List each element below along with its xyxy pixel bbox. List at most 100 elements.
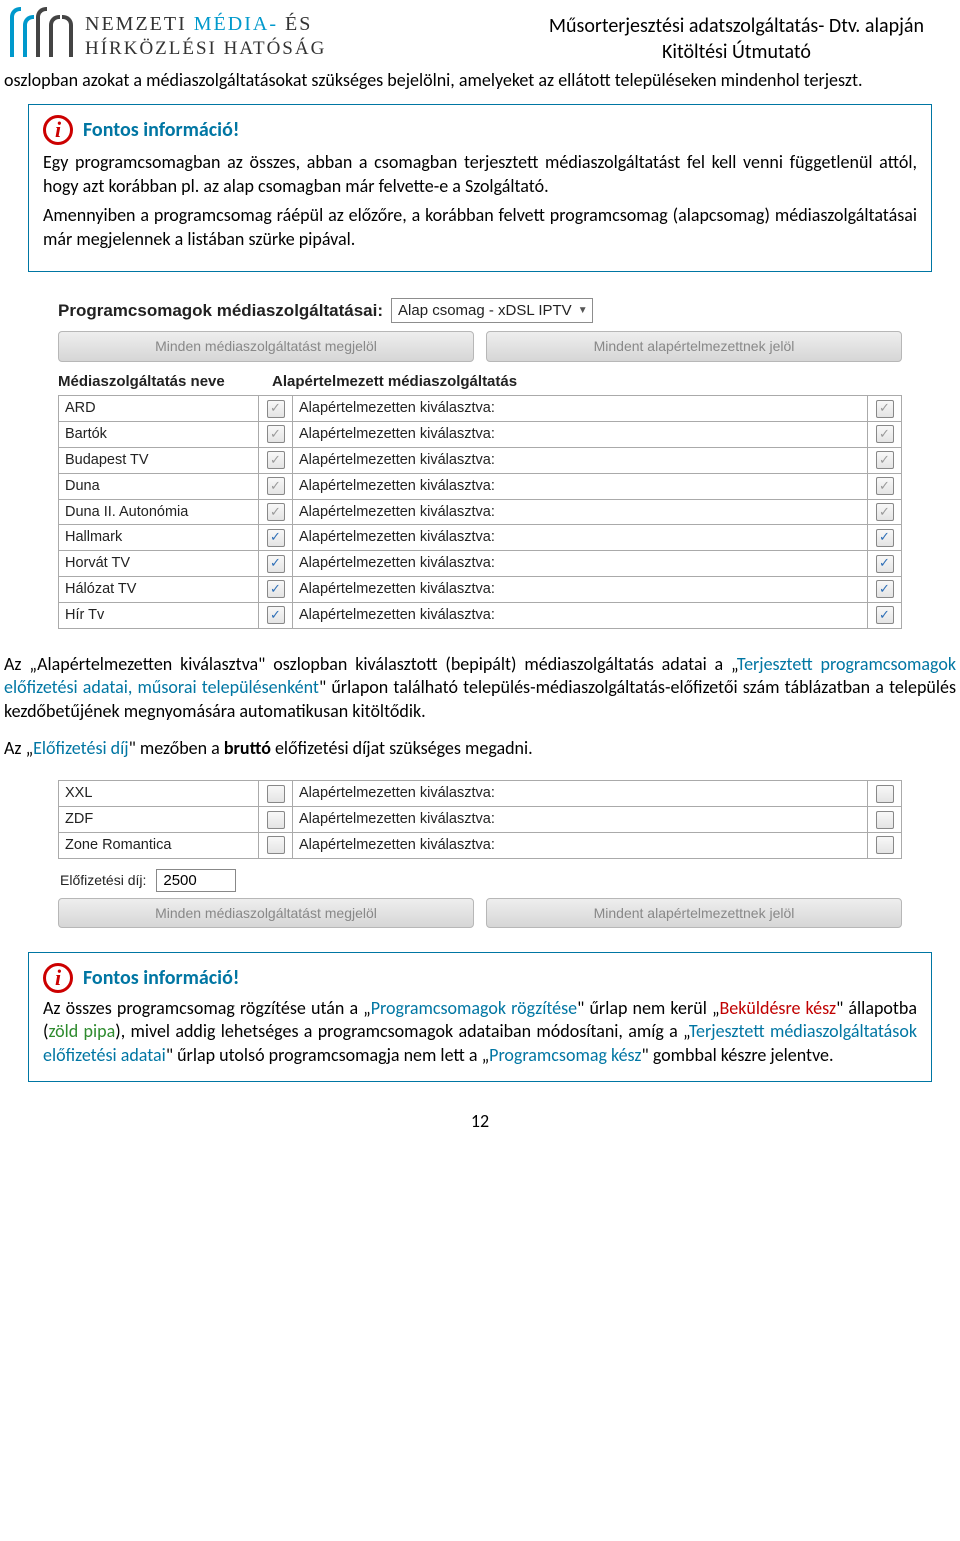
fee-b: Előfizetési díj xyxy=(33,737,128,759)
info-title: Fontos információ! xyxy=(83,117,239,143)
checkbox-cell[interactable]: ✓ xyxy=(259,807,293,833)
checkbox-cell[interactable]: ✓ xyxy=(259,421,293,447)
checkbox-cell[interactable]: ✓ xyxy=(259,577,293,603)
checkbox-cell[interactable]: ✓ xyxy=(868,781,902,807)
check-icon: ✓ xyxy=(267,836,285,854)
info-box-2: i Fontos információ! Az összes programcs… xyxy=(28,952,932,1082)
table-row: Hálózat TV✓Alapértelmezetten kiválasztva… xyxy=(59,577,902,603)
checkbox-cell[interactable]: ✓ xyxy=(868,525,902,551)
info2-k: " gombbal készre jelentve. xyxy=(642,1044,834,1066)
checkbox-cell[interactable]: ✓ xyxy=(868,499,902,525)
check-icon: ✓ xyxy=(267,811,285,829)
fee-d: bruttó xyxy=(224,737,271,759)
info-icon: i xyxy=(43,115,73,145)
checkbox-cell[interactable]: ✓ xyxy=(259,551,293,577)
default-label-cell: Alapértelmezetten kiválasztva: xyxy=(293,602,868,628)
service-name-cell: Duna xyxy=(59,473,259,499)
fee-e: előfizetési díjat szükséges megadni. xyxy=(271,737,533,759)
check-icon: ✓ xyxy=(267,555,285,573)
checkbox-cell[interactable]: ✓ xyxy=(868,421,902,447)
default-label-cell: Alapértelmezetten kiválasztva: xyxy=(293,447,868,473)
info2-c: " űrlap nem kerül „ xyxy=(577,997,719,1019)
table-row: Horvát TV✓Alapértelmezetten kiválasztva:… xyxy=(59,551,902,577)
package-select-value: Alap csomag - xDSL IPTV xyxy=(398,301,572,321)
check-icon: ✓ xyxy=(876,477,894,495)
checkbox-cell[interactable]: ✓ xyxy=(259,447,293,473)
mark-all-button-2[interactable]: Minden médiaszolgáltatást megjelöl xyxy=(58,898,474,928)
checkbox-cell[interactable]: ✓ xyxy=(259,781,293,807)
fee-a: Az „ xyxy=(4,737,33,759)
table-row: Hír Tv ✓ Alapértelmezetten kiválasztva: ✓ xyxy=(59,602,902,628)
checkbox-cell[interactable]: ✓ xyxy=(868,551,902,577)
checkbox-cell[interactable]: ✓ xyxy=(259,525,293,551)
default-label-cell: Alapértelmezetten kiválasztva: xyxy=(293,551,868,577)
service-name-cell: XXL xyxy=(59,781,259,807)
default-label-cell: Alapértelmezetten kiválasztva: xyxy=(293,832,868,858)
service-name-cell: Zone Romantica xyxy=(59,832,259,858)
check-icon: ✓ xyxy=(267,451,285,469)
table-row: Bartók✓Alapértelmezetten kiválasztva:✓ xyxy=(59,421,902,447)
check-icon: ✓ xyxy=(876,529,894,547)
table-row: Hallmark✓Alapértelmezetten kiválasztva:✓ xyxy=(59,525,902,551)
fee-c: " mezőben a xyxy=(129,737,224,759)
check-icon: ✓ xyxy=(876,503,894,521)
checkbox-cell[interactable]: ✓ xyxy=(868,447,902,473)
table-row: ARD✓Alapértelmezetten kiválasztva:✓ xyxy=(59,396,902,422)
table-row: ZDF✓Alapértelmezetten kiválasztva:✓ xyxy=(59,807,902,833)
mid-paragraph: Az „Alapértelmezetten kiválasztva" oszlo… xyxy=(2,653,958,723)
check-icon: ✓ xyxy=(267,785,285,803)
checkbox-cell[interactable]: ✓ xyxy=(868,807,902,833)
default-label-cell: Alapértelmezetten kiválasztva: xyxy=(293,396,868,422)
check-icon: ✓ xyxy=(876,580,894,598)
mark-default-button[interactable]: Mindent alapértelmezettnek jelöl xyxy=(486,331,902,361)
checkbox-cell[interactable]: ✓ xyxy=(868,602,902,628)
check-icon: ✓ xyxy=(876,836,894,854)
checkbox-cell[interactable]: ✓ xyxy=(868,832,902,858)
info2-b: Programcsomagok rögzítése xyxy=(371,997,577,1019)
table-row: Duna✓Alapértelmezetten kiválasztva:✓ xyxy=(59,473,902,499)
check-icon: ✓ xyxy=(876,606,894,624)
service-name-cell: Duna II. Autonómia xyxy=(59,499,259,525)
chevron-down-icon: ▼ xyxy=(578,304,588,317)
checkbox-cell[interactable]: ✓ xyxy=(259,832,293,858)
service-name-cell: Hálózat TV xyxy=(59,577,259,603)
check-icon: ✓ xyxy=(267,477,285,495)
check-icon: ✓ xyxy=(267,400,285,418)
service-name-cell: Hír Tv xyxy=(59,602,259,628)
logo-mark-icon xyxy=(10,7,79,57)
page-header: NEMZETI MÉDIA- ÉS HÍRKÖZLÉSI HATÓSÁG Műs… xyxy=(2,7,958,65)
checkbox-cell[interactable]: ✓ xyxy=(868,577,902,603)
default-label-cell: Alapértelmezetten kiválasztva: xyxy=(293,421,868,447)
info2-i: " űrlap utolsó programcsomagja nem lett … xyxy=(166,1044,489,1066)
checkbox-cell[interactable]: ✓ xyxy=(259,396,293,422)
info-icon: i xyxy=(43,963,73,993)
logo-line1-word3: ÉS xyxy=(285,13,312,35)
doc-title-1: Műsorterjesztési adatszolgáltatás- Dtv. … xyxy=(549,13,924,39)
ui-screenshot-1: Programcsomagok médiaszolgáltatásai: Ala… xyxy=(58,298,902,629)
page-number: 12 xyxy=(2,1110,958,1133)
fee-row: Előfizetési díj: xyxy=(60,869,902,892)
info2-f: zöld pipa xyxy=(48,1020,115,1042)
check-icon: ✓ xyxy=(267,425,285,443)
media-table-2: XXL✓Alapértelmezetten kiválasztva:✓ZDF✓A… xyxy=(58,780,902,859)
checkbox-cell[interactable]: ✓ xyxy=(259,602,293,628)
doc-title-2: Kitöltési Útmutató xyxy=(549,39,924,65)
fee-input[interactable] xyxy=(156,869,236,892)
package-select[interactable]: Alap csomag - xDSL IPTV ▼ xyxy=(391,298,593,324)
check-icon: ✓ xyxy=(267,606,285,624)
checkbox-cell[interactable]: ✓ xyxy=(259,499,293,525)
mark-all-button[interactable]: Minden médiaszolgáltatást megjelöl xyxy=(58,331,474,361)
service-name-cell: Horvát TV xyxy=(59,551,259,577)
check-icon: ✓ xyxy=(876,451,894,469)
service-name-cell: Budapest TV xyxy=(59,447,259,473)
default-label-cell: Alapértelmezetten kiválasztva: xyxy=(293,499,868,525)
info2-d: Beküldésre kész xyxy=(719,997,836,1019)
doc-titles: Műsorterjesztési adatszolgáltatás- Dtv. … xyxy=(549,7,950,65)
mark-default-button-2[interactable]: Mindent alapértelmezettnek jelöl xyxy=(486,898,902,928)
default-label-cell: Alapértelmezetten kiválasztva: xyxy=(293,807,868,833)
service-name-cell: Bartók xyxy=(59,421,259,447)
intro-paragraph: oszlopban azokat a médiaszolgáltatásokat… xyxy=(2,69,958,92)
checkbox-cell[interactable]: ✓ xyxy=(259,473,293,499)
checkbox-cell[interactable]: ✓ xyxy=(868,473,902,499)
checkbox-cell[interactable]: ✓ xyxy=(868,396,902,422)
